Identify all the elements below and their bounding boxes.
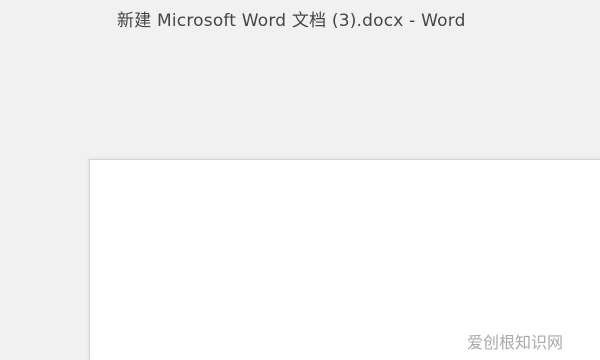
word-app-window: 新建 Microsoft Word 文档 (3).docx - Word 爱创根…: [0, 0, 600, 360]
watermark-text: 爱创根知识网: [467, 333, 564, 352]
window-title: 新建 Microsoft Word 文档 (3).docx - Word: [117, 11, 466, 31]
title-bar[interactable]: 新建 Microsoft Word 文档 (3).docx - Word: [0, 0, 600, 36]
